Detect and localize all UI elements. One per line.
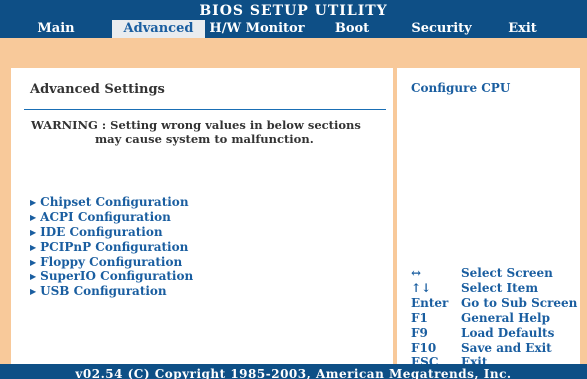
bios-screen: BIOS SETUP UTILITY Main Advanced H/W Mon… <box>0 0 587 379</box>
item-label: Chipset Configuration <box>40 194 189 209</box>
key-name: Enter <box>411 295 449 310</box>
triangle-right-icon: ▶ <box>30 256 37 267</box>
menu-item-floppy-configuration[interactable]: ▶ Floppy Configuration <box>30 255 193 270</box>
menu-exit[interactable]: Exit <box>488 20 557 38</box>
key-row: Enter Go to Sub Screen <box>411 296 577 311</box>
menu-advanced[interactable]: Advanced <box>112 20 205 38</box>
key-name: ↑↓ <box>411 280 432 295</box>
item-label: CPU Configuration <box>40 180 167 194</box>
menu-item-chipset-configuration[interactable]: ▶ Chipset Configuration <box>30 195 193 210</box>
triangle-right-icon: ▶ <box>30 286 37 297</box>
item-label: ACPI Configuration <box>40 209 171 224</box>
key-action: General Help <box>461 310 550 325</box>
menu-item-superio-configuration[interactable]: ▶ SuperIO Configuration <box>30 269 193 284</box>
menu-security[interactable]: Security <box>395 20 488 38</box>
key-row: F9 Load Defaults <box>411 326 577 341</box>
menu-item-cpu-configuration[interactable]: ▶ CPU Configuration <box>30 180 193 195</box>
bios-title: BIOS SETUP UTILITY <box>0 0 587 20</box>
triangle-right-icon: ▶ <box>30 241 37 252</box>
menu-item-pcipnp-configuration[interactable]: ▶ PCIPnP Configuration <box>30 240 193 255</box>
triangle-right-icon: ▶ <box>30 211 37 222</box>
body-area: Advanced Settings WARNING : Setting wron… <box>0 38 587 379</box>
settings-panel: Advanced Settings WARNING : Setting wron… <box>11 68 393 379</box>
item-label: USB Configuration <box>40 284 167 299</box>
triangle-right-icon: ▶ <box>30 271 37 282</box>
key-row: F10 Save and Exit <box>411 341 577 356</box>
menu-item-ide-configuration[interactable]: ▶ IDE Configuration <box>30 225 193 240</box>
config-menu: ▶ CPU Configuration ▶ Chipset Configuratio… <box>30 180 193 299</box>
menu-main[interactable]: Main <box>0 20 112 38</box>
triangle-right-icon: ▶ <box>30 182 37 192</box>
copyright-footer: v02.54 (C) Copyright 1985-2003, American… <box>0 364 587 379</box>
menu-hw-monitor[interactable]: H/W Monitor <box>205 20 309 38</box>
divider <box>24 109 386 110</box>
warning-line-2: may cause system to malfunction. <box>95 132 314 146</box>
menu-boot[interactable]: Boot <box>309 20 395 38</box>
key-row: F1 General Help <box>411 311 577 326</box>
help-text: Configure CPU <box>411 81 511 95</box>
section-title: Advanced Settings <box>30 82 165 97</box>
key-name: F9 <box>411 325 428 340</box>
menu-item-usb-configuration[interactable]: ▶ USB Configuration <box>30 284 193 299</box>
key-name: F1 <box>411 310 428 325</box>
key-action: Select Screen <box>461 266 553 280</box>
triangle-right-icon: ▶ <box>30 196 37 207</box>
key-row: ↔ Select Screen <box>411 266 577 281</box>
help-panel: Configure CPU ↔ Select Screen ↑↓ Select It… <box>397 68 580 379</box>
menu-bar: Main Advanced H/W Monitor Boot Security … <box>0 20 587 38</box>
key-name: F10 <box>411 340 437 355</box>
item-label: Floppy Configuration <box>40 254 183 269</box>
warning-text: WARNING : Setting wrong values in below … <box>31 118 371 146</box>
key-action: Save and Exit <box>461 340 552 355</box>
item-label: SuperIO Configuration <box>40 269 194 284</box>
warning-line-1: WARNING : Setting wrong values in below … <box>31 118 361 132</box>
key-action: Load Defaults <box>461 325 555 340</box>
item-label: PCIPnP Configuration <box>40 239 189 254</box>
key-action: Select Item <box>461 280 539 295</box>
key-legend: ↔ Select Screen ↑↓ Select Item Enter Go to … <box>411 266 577 370</box>
key-action: Go to Sub Screen <box>461 295 578 310</box>
item-label: IDE Configuration <box>40 224 163 239</box>
key-row: ↑↓ Select Item <box>411 281 577 296</box>
menu-item-acpi-configuration[interactable]: ▶ ACPI Configuration <box>30 210 193 225</box>
triangle-right-icon: ▶ <box>30 226 37 237</box>
key-name: ↔ <box>411 266 422 280</box>
